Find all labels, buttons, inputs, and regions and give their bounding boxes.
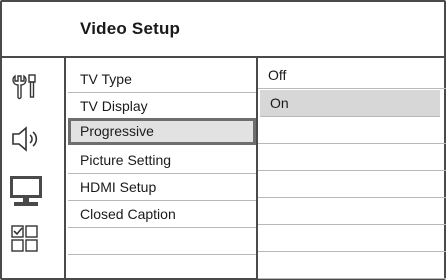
option-off[interactable]: Off (258, 62, 446, 89)
option-empty (258, 225, 446, 252)
menu-item-progressive[interactable]: Progressive (68, 118, 256, 145)
column-divider-left (64, 58, 66, 280)
option-empty (258, 171, 446, 198)
preference-setup-icon[interactable] (10, 224, 42, 254)
page-title: Video Setup (80, 19, 181, 38)
option-on[interactable]: On (260, 90, 440, 117)
menu-item-label: Progressive (80, 123, 154, 139)
option-list: Off On (258, 58, 446, 280)
option-label: Off (268, 67, 287, 83)
video-setup-icon[interactable] (8, 174, 44, 208)
option-empty (258, 252, 446, 279)
menu-item-tv-type[interactable]: TV Type (68, 66, 256, 93)
menu-item-label: Picture Setting (80, 152, 172, 168)
menu-item-label: TV Type (80, 71, 132, 87)
category-icon-column (0, 58, 64, 280)
settings-menu-list: TV Type TV Display Progressive Picture S… (68, 58, 256, 280)
menu-item-label: TV Display (80, 98, 148, 114)
option-empty (258, 198, 446, 225)
menu-item-label: Closed Caption (80, 206, 176, 222)
general-setup-icon[interactable] (10, 72, 42, 102)
menu-item-closed-caption[interactable]: Closed Caption (68, 201, 256, 228)
option-empty (258, 144, 446, 171)
menu-header: Video Setup (0, 0, 446, 58)
menu-item-hdmi-setup[interactable]: HDMI Setup (68, 174, 256, 201)
menu-item-picture-setting[interactable]: Picture Setting (68, 147, 256, 174)
menu-item-label: HDMI Setup (80, 179, 157, 195)
menu-item-empty (68, 255, 256, 280)
menu-item-tv-display[interactable]: TV Display (68, 93, 256, 120)
option-empty (258, 117, 446, 144)
option-label: On (270, 95, 289, 111)
audio-setup-icon[interactable] (10, 124, 42, 154)
menu-item-empty (68, 228, 256, 255)
